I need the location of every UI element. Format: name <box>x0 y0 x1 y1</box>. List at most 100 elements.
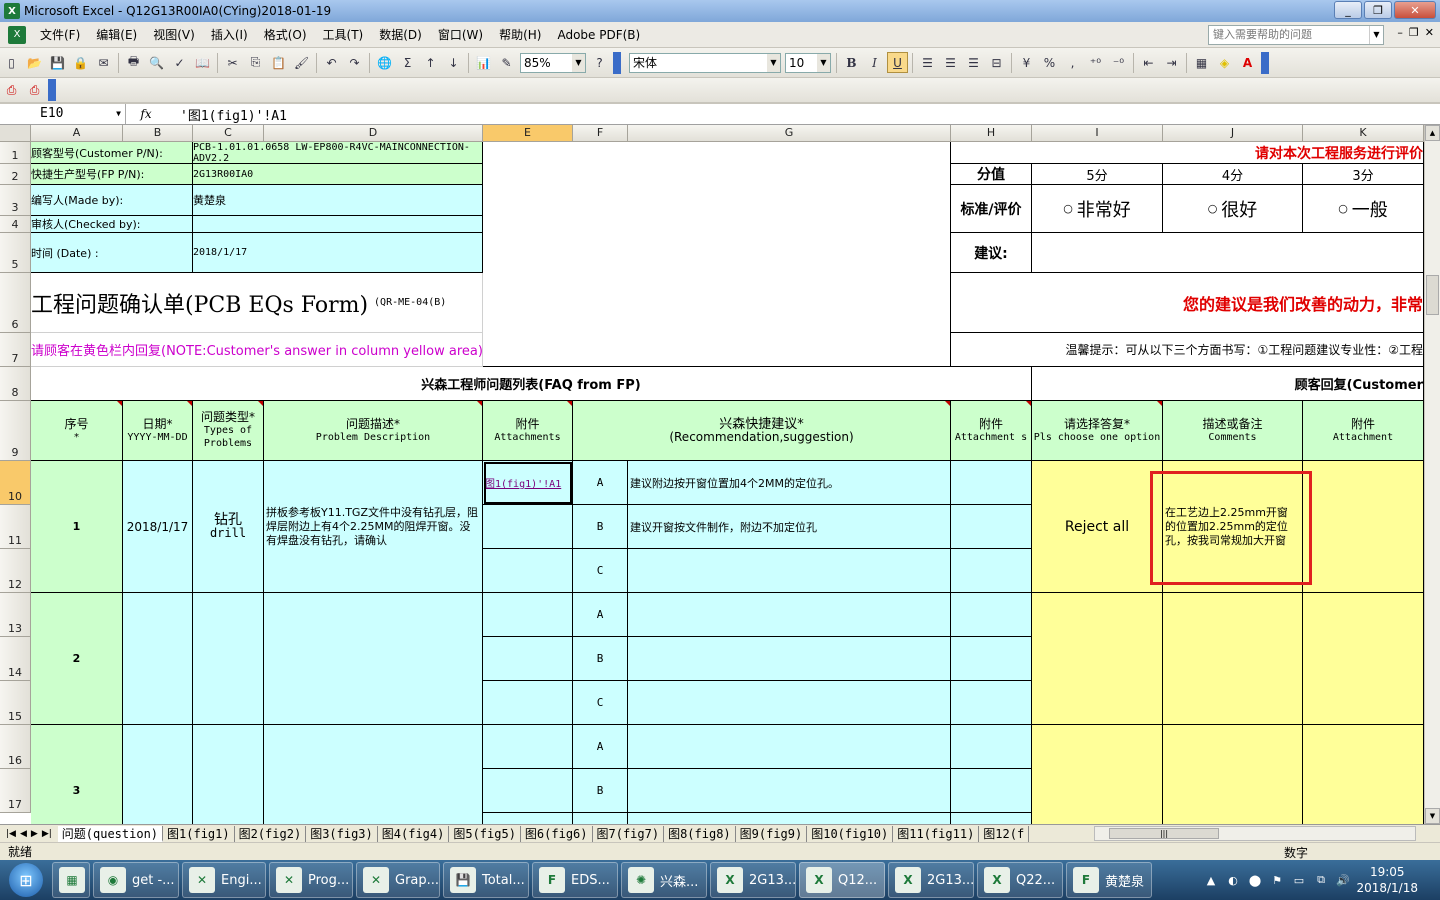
header-comments[interactable]: 描述或备注 Comments <box>1163 401 1303 461</box>
made-by-label[interactable]: 编写人(Made by): <box>31 185 193 216</box>
issue-3-type[interactable] <box>193 725 264 824</box>
issue-2-description[interactable] <box>264 593 483 725</box>
excel-app-icon[interactable]: X <box>4 3 20 19</box>
issue-2-att-a[interactable] <box>483 593 573 637</box>
doc-restore-icon[interactable]: ❐ <box>1409 26 1419 39</box>
menu-data[interactable]: 数据(D) <box>371 24 430 46</box>
issue-2-date[interactable] <box>123 593 193 725</box>
font-select[interactable]: 宋体 ▼ <box>629 52 781 73</box>
increase-indent-icon[interactable]: ⇥ <box>1161 52 1182 73</box>
sheet-tab[interactable]: 图5(fig5) <box>449 825 521 842</box>
issue-3-rec-c[interactable] <box>628 813 951 824</box>
last-sheet-icon[interactable]: ▶| <box>42 829 52 839</box>
header-recommendation[interactable]: 兴森快捷建议* (Recommendation,suggestion) <box>573 401 951 461</box>
row-header[interactable]: 14 <box>0 637 31 681</box>
issue-2-opt-c[interactable]: C <box>573 681 628 725</box>
issue-1-rec-c[interactable] <box>628 549 951 593</box>
toolbar-options-icon[interactable] <box>1261 51 1269 74</box>
flag-icon[interactable]: ⚑ <box>1269 874 1285 887</box>
taskbar-item[interactable]: ✕ Grap... <box>356 862 440 898</box>
issue-2-comment[interactable] <box>1163 593 1303 725</box>
column-header[interactable]: B <box>123 125 193 142</box>
column-header[interactable]: K <box>1303 125 1424 142</box>
fill-color-icon[interactable]: ◈ <box>1214 52 1235 73</box>
column-header[interactable]: J <box>1163 125 1303 142</box>
worksheet-grid[interactable]: ABCDEFGHIJK 1 2 3 4 5 6 7 8 9 10 11 12 13 14 15 16 17 顾客… <box>0 125 1424 824</box>
issue-3-date[interactable] <box>123 725 193 824</box>
menu-format[interactable]: 格式(O) <box>256 24 315 46</box>
issue-1-no[interactable]: 1 <box>31 461 123 593</box>
row-header[interactable]: 9 <box>0 401 31 461</box>
align-center-icon[interactable]: ☰ <box>940 52 961 73</box>
email-icon[interactable]: ✉ <box>93 52 114 73</box>
font-size-select[interactable]: 10 ▼ <box>785 52 831 73</box>
header-attachments[interactable]: 附件 Attachments <box>483 401 573 461</box>
issue-2-no[interactable]: 2 <box>31 593 123 725</box>
sheet-tab[interactable]: 图6(fig6) <box>521 825 593 842</box>
score-label[interactable]: 分值 <box>951 164 1032 185</box>
radio-very-good[interactable]: ○ 非常好 <box>1032 185 1163 233</box>
taskbar-item[interactable]: X 2G13... <box>888 862 974 898</box>
header-date[interactable]: 日期* YYYY-MM-DD <box>123 401 193 461</box>
sheet-tab[interactable]: 图2(fig2) <box>235 825 307 842</box>
column-header[interactable]: A <box>31 125 123 142</box>
issue-3-reply[interactable] <box>1032 725 1163 824</box>
taskbar-item[interactable]: ◉ get -... <box>93 862 179 898</box>
std-label[interactable]: 标准/评价 <box>951 185 1032 233</box>
help-search-input[interactable]: 键入需要帮助的问题 ▼ <box>1208 25 1384 45</box>
header-no[interactable]: 序号 * <box>31 401 123 461</box>
column-header[interactable]: C <box>193 125 264 142</box>
ime-icon[interactable]: ◐ <box>1225 874 1241 887</box>
issue-3-att-b[interactable] <box>483 769 573 813</box>
header-choose[interactable]: 请选择答复* Pls choose one option <box>1032 401 1163 461</box>
vertical-scrollbar[interactable]: ▲ ▼ <box>1424 125 1440 824</box>
sheet-tab[interactable]: 图9(fig9) <box>736 825 808 842</box>
row-header[interactable]: 13 <box>0 593 31 637</box>
scroll-thumb[interactable] <box>1426 275 1439 315</box>
hyperlink-icon[interactable]: 🌐 <box>374 52 395 73</box>
issue-3-opt-a[interactable]: A <box>573 725 628 769</box>
row-header[interactable]: 12 <box>0 549 31 593</box>
header-description[interactable]: 问题描述* Problem Description <box>264 401 483 461</box>
chart-wizard-icon[interactable]: 📊 <box>473 52 494 73</box>
sheet-tab[interactable]: 图12(f <box>979 825 1030 842</box>
align-left-icon[interactable]: ☰ <box>917 52 938 73</box>
italic-button[interactable]: I <box>864 52 885 73</box>
issue-3-att-a[interactable] <box>483 725 573 769</box>
doc-close-icon[interactable]: ✕ <box>1425 26 1434 39</box>
issue-2-rec-c[interactable] <box>628 681 951 725</box>
sort-ascending-icon[interactable]: ↑ <box>420 52 441 73</box>
task-calculator[interactable]: ▦ <box>52 862 90 898</box>
row-header[interactable]: 2 <box>0 164 31 185</box>
row-header[interactable]: 11 <box>0 505 31 549</box>
issue-1-att-c[interactable] <box>483 549 573 593</box>
next-sheet-icon[interactable]: ▶ <box>31 829 38 839</box>
print-icon[interactable]: 🖶 <box>123 52 144 73</box>
sheet-tab[interactable]: 图4(fig4) <box>378 825 450 842</box>
issue-3-rec-a[interactable] <box>628 725 951 769</box>
issue-1-fp-att-c[interactable] <box>951 549 1032 593</box>
merge-center-icon[interactable]: ⊟ <box>986 52 1007 73</box>
cust-pn-value[interactable]: PCB-1.01.01.0658 LW-EP800-R4VC-MAINCONNE… <box>193 142 483 164</box>
volume-icon[interactable]: 🔊 <box>1335 874 1351 887</box>
menu-window[interactable]: 窗口(W) <box>430 24 491 46</box>
sheet-tab[interactable]: 图10(fig10) <box>807 825 894 842</box>
form-title-cell[interactable]: 工程问题确认单(PCB EQs Form) (QR-ME-04(B) <box>31 273 483 333</box>
issue-3-fp-att-b[interactable] <box>951 769 1032 813</box>
score-3[interactable]: 3分 <box>1303 164 1424 185</box>
header-type[interactable]: 问题类型* Types of Problems <box>193 401 264 461</box>
sheet-tab[interactable]: 图3(fig3) <box>306 825 378 842</box>
issue-2-type[interactable] <box>193 593 264 725</box>
score-4[interactable]: 4分 <box>1163 164 1303 185</box>
column-header[interactable]: H <box>951 125 1032 142</box>
issue-3-rec-b[interactable] <box>628 769 951 813</box>
column-header[interactable]: I <box>1032 125 1163 142</box>
taskbar-item[interactable]: 💾 Total... <box>443 862 529 898</box>
issue-2-opt-b[interactable]: B <box>573 637 628 681</box>
function-icon[interactable]: fx <box>126 107 166 121</box>
restore-button[interactable]: ❐ <box>1364 1 1392 19</box>
customer-section-title[interactable]: 顾客回复(Customer <box>1032 367 1424 401</box>
menu-help[interactable]: 帮助(H) <box>491 24 549 46</box>
chevron-down-icon[interactable]: ▼ <box>1369 26 1383 44</box>
minimize-button[interactable]: _ <box>1334 1 1362 19</box>
